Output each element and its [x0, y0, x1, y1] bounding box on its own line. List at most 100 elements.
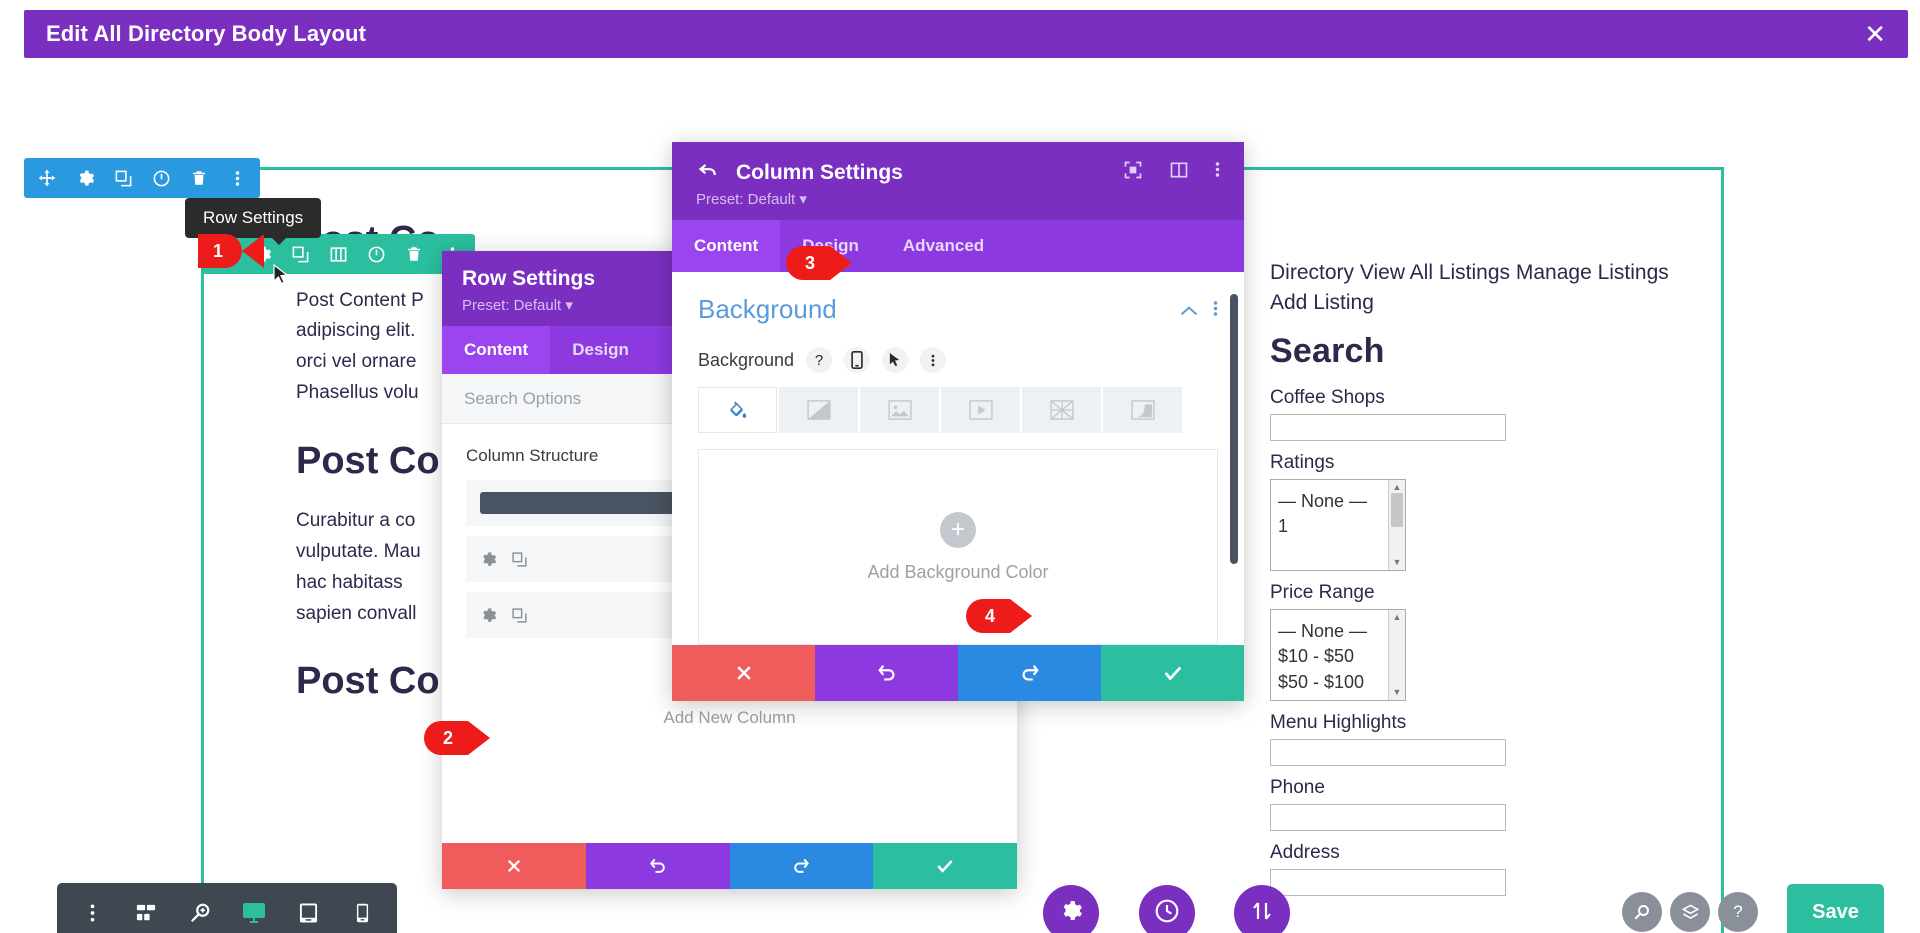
scroll-down-icon[interactable]: ▼	[1393, 685, 1402, 700]
field-label-ratings: Ratings	[1270, 451, 1335, 473]
sort-fab[interactable]	[1234, 885, 1290, 933]
column-settings-header: Column Settings Preset: Default ▾	[672, 142, 1244, 220]
add-new-column-label: Add New Column	[663, 708, 796, 727]
address-input[interactable]	[1270, 868, 1506, 896]
callout-marker-2: 2	[424, 721, 490, 755]
ratings-option-1[interactable]: 1	[1278, 514, 1398, 540]
mobile-icon[interactable]	[340, 902, 384, 924]
back-arrow-icon[interactable]	[696, 160, 720, 185]
menu-highlights-input[interactable]	[1270, 738, 1506, 766]
coffee-shops-input[interactable]	[1270, 413, 1506, 441]
columns-icon[interactable]	[321, 234, 355, 274]
layers-icon[interactable]	[1670, 892, 1710, 932]
redo-button[interactable]	[729, 843, 874, 889]
section-toolbar[interactable]	[24, 158, 260, 198]
more-vertical-icon[interactable]	[1213, 294, 1218, 325]
price-scrollbar[interactable]: ▲ ▼	[1388, 609, 1405, 700]
zoom-icon[interactable]	[178, 902, 222, 924]
cancel-button[interactable]	[672, 645, 815, 701]
save-button[interactable]: Save	[1787, 884, 1884, 933]
directory-nav[interactable]: Directory View All Listings Manage Listi…	[1270, 258, 1700, 318]
settings-fab[interactable]	[1043, 885, 1099, 933]
price-option-2[interactable]: $50 - $100	[1278, 670, 1398, 696]
field-label-address: Address	[1270, 841, 1340, 863]
more-vertical-icon[interactable]	[1215, 160, 1220, 185]
desktop-icon[interactable]	[232, 902, 276, 924]
save-button[interactable]	[873, 843, 1017, 889]
cancel-button[interactable]	[442, 843, 586, 889]
ratings-select[interactable]: — None — 1 ▲ ▼	[1270, 478, 1406, 571]
viewport-toolbar[interactable]	[57, 883, 397, 933]
plus-icon[interactable]: +	[940, 511, 976, 548]
scroll-thumb[interactable]	[1391, 492, 1403, 527]
ratings-scrollbar[interactable]: ▲ ▼	[1388, 479, 1405, 570]
duplicate-icon[interactable]	[511, 607, 528, 624]
help-icon[interactable]: ?	[1718, 892, 1758, 932]
page-title: Edit All Directory Body Layout	[46, 21, 367, 46]
power-icon[interactable]	[144, 158, 178, 198]
price-option-0[interactable]: — None —	[1278, 619, 1398, 645]
wireframe-icon[interactable]	[124, 903, 168, 923]
chevron-up-icon[interactable]	[1179, 294, 1199, 325]
tab-advanced[interactable]: Advanced	[881, 220, 1006, 272]
column-settings-modal[interactable]: Column Settings Preset: Default ▾ Conten…	[672, 142, 1244, 701]
add-background-color-panel[interactable]: + Add Background Color	[698, 449, 1218, 645]
more-vertical-icon[interactable]	[70, 903, 114, 923]
duplicate-icon[interactable]	[511, 551, 528, 568]
price-option-1[interactable]: $10 - $50	[1278, 644, 1398, 670]
move-icon[interactable]	[30, 158, 64, 198]
save-button[interactable]	[1101, 645, 1244, 701]
column-settings-footer[interactable]	[672, 645, 1244, 701]
background-field-label: Background	[698, 349, 795, 370]
mobile-icon[interactable]	[844, 347, 871, 373]
tab-content[interactable]: Content	[442, 326, 551, 374]
undo-button[interactable]	[585, 843, 730, 889]
trash-icon[interactable]	[397, 234, 431, 274]
column-settings-preset[interactable]: Preset: Default ▾	[696, 190, 1220, 208]
video-icon[interactable]	[941, 387, 1020, 433]
tab-content[interactable]: Content	[672, 220, 781, 272]
gear-icon[interactable]	[480, 551, 497, 568]
more-vertical-icon[interactable]	[220, 158, 254, 198]
history-fab[interactable]	[1139, 885, 1195, 933]
power-icon[interactable]	[359, 234, 393, 274]
expand-icon[interactable]	[1123, 160, 1143, 185]
column-settings-tabs[interactable]: Content Design Advanced	[672, 220, 1244, 272]
trash-icon[interactable]	[182, 158, 216, 198]
ratings-option-0[interactable]: — None —	[1278, 489, 1398, 515]
column-settings-title: Column Settings	[736, 160, 903, 184]
color-fill-icon[interactable]	[698, 387, 777, 433]
scroll-thumb[interactable]	[1391, 623, 1403, 657]
price-range-select[interactable]: — None — $10 - $50 $50 - $100 ▲ ▼	[1270, 608, 1406, 701]
more-vertical-icon[interactable]	[920, 347, 947, 373]
layout-icon[interactable]	[1169, 160, 1189, 185]
row-settings-tooltip: Row Settings	[185, 198, 322, 245]
close-icon[interactable]: ✕	[1864, 21, 1886, 47]
column-settings-scrollbar[interactable]	[1230, 294, 1238, 564]
field-label-menu-highlights: Menu Highlights	[1270, 711, 1407, 733]
row-settings-footer[interactable]	[442, 843, 1017, 889]
duplicate-icon[interactable]	[106, 158, 140, 198]
row-settings-title: Row Settings	[462, 267, 596, 290]
mask-icon[interactable]	[1103, 387, 1182, 433]
tab-design[interactable]: Design	[550, 326, 651, 374]
redo-button[interactable]	[958, 645, 1101, 701]
row-search-placeholder: Search Options	[464, 388, 582, 408]
field-label-phone: Phone	[1270, 776, 1325, 798]
gear-icon[interactable]	[480, 607, 497, 624]
gear-icon[interactable]	[68, 158, 102, 198]
pattern-icon[interactable]	[1022, 387, 1101, 433]
help-icon[interactable]: ?	[806, 347, 833, 373]
gradient-icon[interactable]	[779, 387, 858, 433]
background-type-tabs[interactable]	[698, 387, 1218, 433]
callout-marker-4: 4	[966, 599, 1032, 633]
scroll-down-icon[interactable]: ▼	[1393, 555, 1402, 570]
column-settings-body: Background Background ? + Add Background…	[672, 272, 1244, 645]
phone-input[interactable]	[1270, 803, 1506, 831]
undo-button[interactable]	[815, 645, 958, 701]
image-icon[interactable]	[860, 387, 939, 433]
cursor-icon[interactable]	[882, 347, 909, 373]
tablet-icon[interactable]	[286, 902, 330, 924]
search-icon[interactable]	[1622, 892, 1662, 932]
clock-icon	[1154, 898, 1180, 929]
